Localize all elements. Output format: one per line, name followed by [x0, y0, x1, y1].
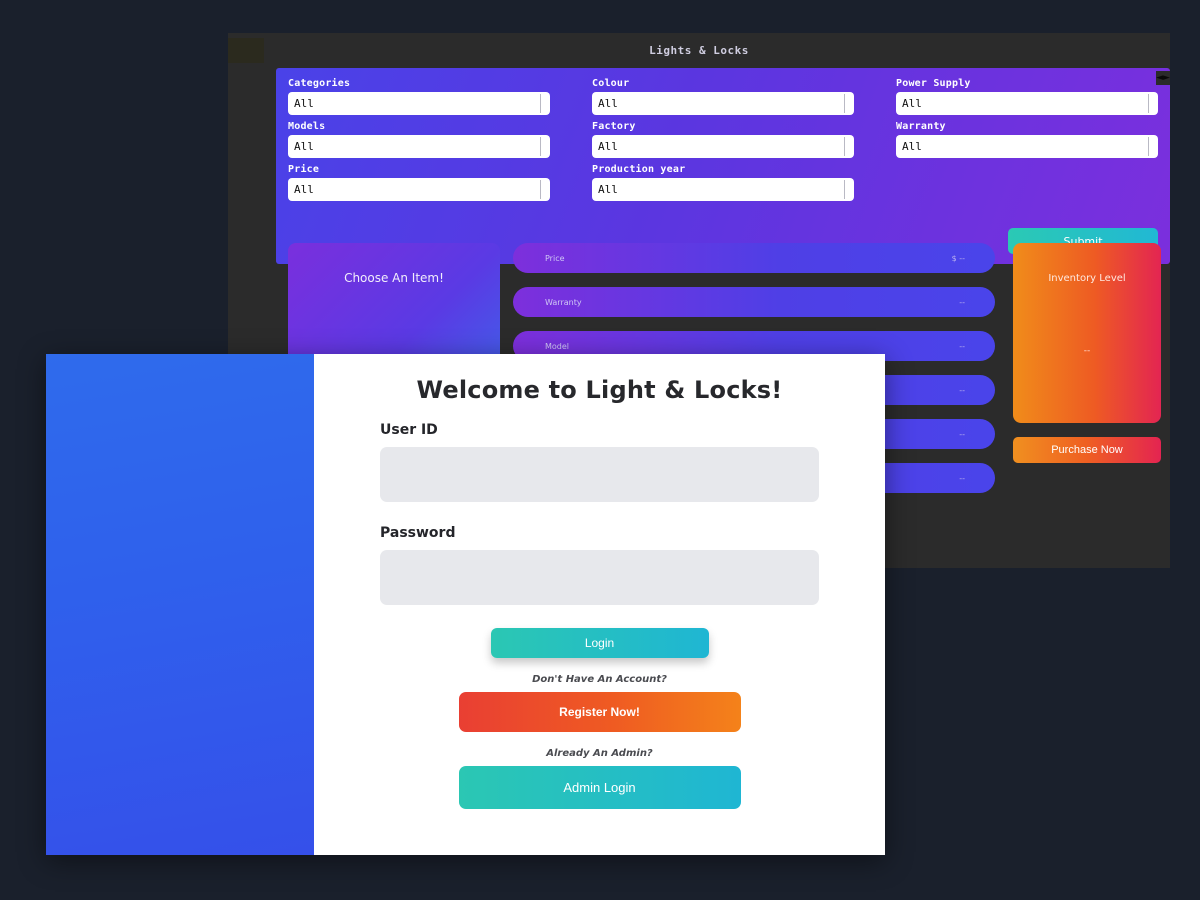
filter-field-models: Models All: [288, 121, 550, 158]
filter-field-power-supply: Power Supply All: [896, 78, 1158, 115]
spec-value: --: [959, 385, 965, 395]
filter-value-production-year: All: [598, 183, 618, 196]
chevron-down-icon: [540, 94, 547, 113]
chevron-down-icon: [540, 137, 547, 156]
chevron-down-icon: [540, 180, 547, 199]
login-modal: Welcome to Light & Locks! User ID Passwo…: [46, 354, 885, 855]
spec-value: --: [959, 473, 965, 483]
filter-select-factory[interactable]: All: [592, 135, 854, 158]
filter-field-factory: Factory All: [592, 121, 854, 158]
spec-value: --: [959, 341, 965, 351]
filter-field-categories: Categories All: [288, 78, 550, 115]
spec-value: --: [959, 297, 965, 307]
register-now-button[interactable]: Register Now!: [458, 692, 741, 732]
inventory-level-title: Inventory Level: [1048, 273, 1126, 284]
spec-label: Model: [545, 341, 570, 351]
spec-value: $ --: [951, 253, 965, 263]
page-title: Welcome to Light & Locks!: [416, 376, 783, 404]
login-form: Welcome to Light & Locks! User ID Passwo…: [314, 354, 885, 855]
spec-label: Price: [545, 253, 565, 263]
inventory-level-card: Inventory Level --: [1013, 243, 1161, 423]
filter-select-warranty[interactable]: All: [896, 135, 1158, 158]
filter-label-factory: Factory: [592, 121, 636, 132]
filter-field-colour: Colour All: [592, 78, 854, 115]
filter-value-power-supply: All: [902, 97, 922, 110]
filter-field-warranty: Warranty All: [896, 121, 1158, 158]
table-row[interactable]: Warranty --: [513, 287, 995, 317]
filter-select-colour[interactable]: All: [592, 92, 854, 115]
filter-value-categories: All: [294, 97, 314, 110]
user-id-field[interactable]: [380, 447, 819, 502]
register-prompt-text: Don't Have An Account?: [532, 674, 667, 685]
filter-value-price: All: [294, 183, 314, 196]
filter-select-categories[interactable]: All: [288, 92, 550, 115]
filter-label-models: Models: [288, 121, 326, 132]
app-title: Lights & Locks: [649, 44, 749, 57]
filter-select-models[interactable]: All: [288, 135, 550, 158]
filter-field-price: Price All: [288, 164, 550, 201]
password-field[interactable]: [380, 550, 819, 605]
admin-prompt-text: Already An Admin?: [546, 748, 653, 759]
resize-handle-icon[interactable]: ◄►: [1156, 71, 1170, 85]
filter-label-warranty: Warranty: [896, 121, 946, 132]
modal-artwork-panel: [46, 354, 314, 855]
login-button[interactable]: Login: [490, 628, 709, 658]
filter-field-production-year: Production year All: [592, 164, 854, 201]
table-row[interactable]: Price $ --: [513, 243, 995, 273]
choose-item-label: Choose An Item!: [344, 271, 444, 285]
filter-label-power-supply: Power Supply: [896, 78, 971, 89]
filter-value-factory: All: [598, 140, 618, 153]
chevron-down-icon: [844, 94, 851, 113]
chevron-down-icon: [844, 137, 851, 156]
filter-value-models: All: [294, 140, 314, 153]
filter-select-production-year[interactable]: All: [592, 178, 854, 201]
inventory-level-value: --: [1083, 346, 1091, 356]
password-label: Password: [380, 525, 456, 541]
chevron-down-icon: [1148, 137, 1155, 156]
filter-select-power-supply[interactable]: All: [896, 92, 1158, 115]
filter-label-colour: Colour: [592, 78, 630, 89]
screen: Lights & Locks ◄► Categories All Colour …: [0, 0, 1200, 900]
purchase-now-button[interactable]: Purchase Now: [1013, 437, 1161, 463]
filter-value-colour: All: [598, 97, 618, 110]
filter-panel: ◄► Categories All Colour All Power Suppl…: [276, 68, 1170, 264]
spec-value: --: [959, 429, 965, 439]
filter-grid: Categories All Colour All Power Supply A…: [288, 78, 1158, 201]
filter-label-production-year: Production year: [592, 164, 686, 175]
filter-value-warranty: All: [902, 140, 922, 153]
admin-login-button[interactable]: Admin Login: [458, 766, 741, 809]
user-id-label: User ID: [380, 422, 438, 438]
filter-label-categories: Categories: [288, 78, 351, 89]
spec-label: Warranty: [545, 297, 582, 307]
chevron-down-icon: [1148, 94, 1155, 113]
filter-label-price: Price: [288, 164, 320, 175]
filter-select-price[interactable]: All: [288, 178, 550, 201]
chevron-down-icon: [844, 180, 851, 199]
